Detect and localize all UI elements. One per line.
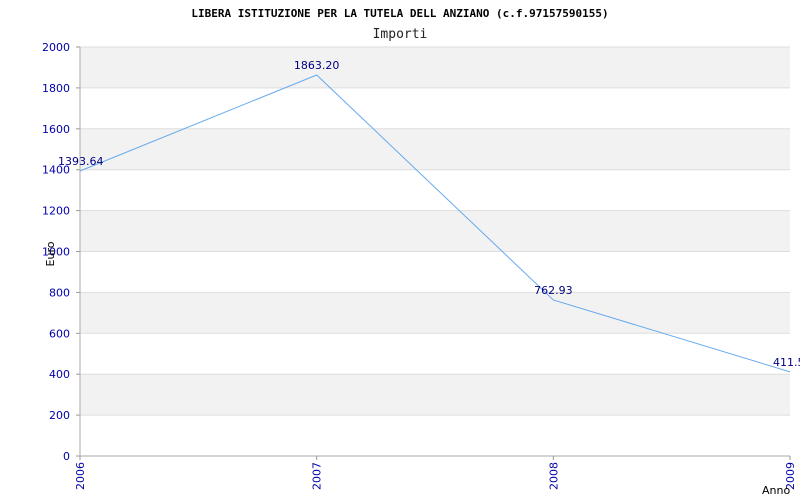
y-tick-label: 200 xyxy=(49,409,70,422)
data-label: 762.93 xyxy=(534,284,573,297)
data-label: 1393.64 xyxy=(58,155,104,168)
line-chart: LIBERA ISTITUZIONE PER LA TUTELA DELL AN… xyxy=(42,7,800,497)
chart-subtitle: Importi xyxy=(373,27,428,42)
y-tick-label: 1800 xyxy=(42,82,70,95)
data-label: 411.5 xyxy=(773,356,800,369)
y-tick-label: 800 xyxy=(49,286,70,299)
data-label: 1863.20 xyxy=(294,59,340,72)
x-tick-label: 2008 xyxy=(547,462,560,490)
y-tick-label: 0 xyxy=(63,450,70,463)
y-tick-label: 2000 xyxy=(42,41,70,54)
grid-band xyxy=(80,374,790,416)
x-axis-label: Anno xyxy=(762,484,790,497)
chart-title: LIBERA ISTITUZIONE PER LA TUTELA DELL AN… xyxy=(191,7,608,20)
y-axis-label: Euro xyxy=(44,241,57,266)
grid-band xyxy=(80,128,790,170)
plot-bands xyxy=(80,47,790,416)
x-tick-label: 2007 xyxy=(311,462,324,490)
y-tick-label: 1200 xyxy=(42,205,70,218)
x-tick-label: 2006 xyxy=(74,462,87,490)
y-tick-label: 600 xyxy=(49,327,70,340)
grid-band xyxy=(80,292,790,334)
grid-band xyxy=(80,47,790,88)
y-tick-label: 1600 xyxy=(42,123,70,136)
x-tick-labels: 2006 2007 2008 2009 xyxy=(74,462,797,490)
grid-band xyxy=(80,210,790,252)
y-tick-label: 400 xyxy=(49,368,70,381)
